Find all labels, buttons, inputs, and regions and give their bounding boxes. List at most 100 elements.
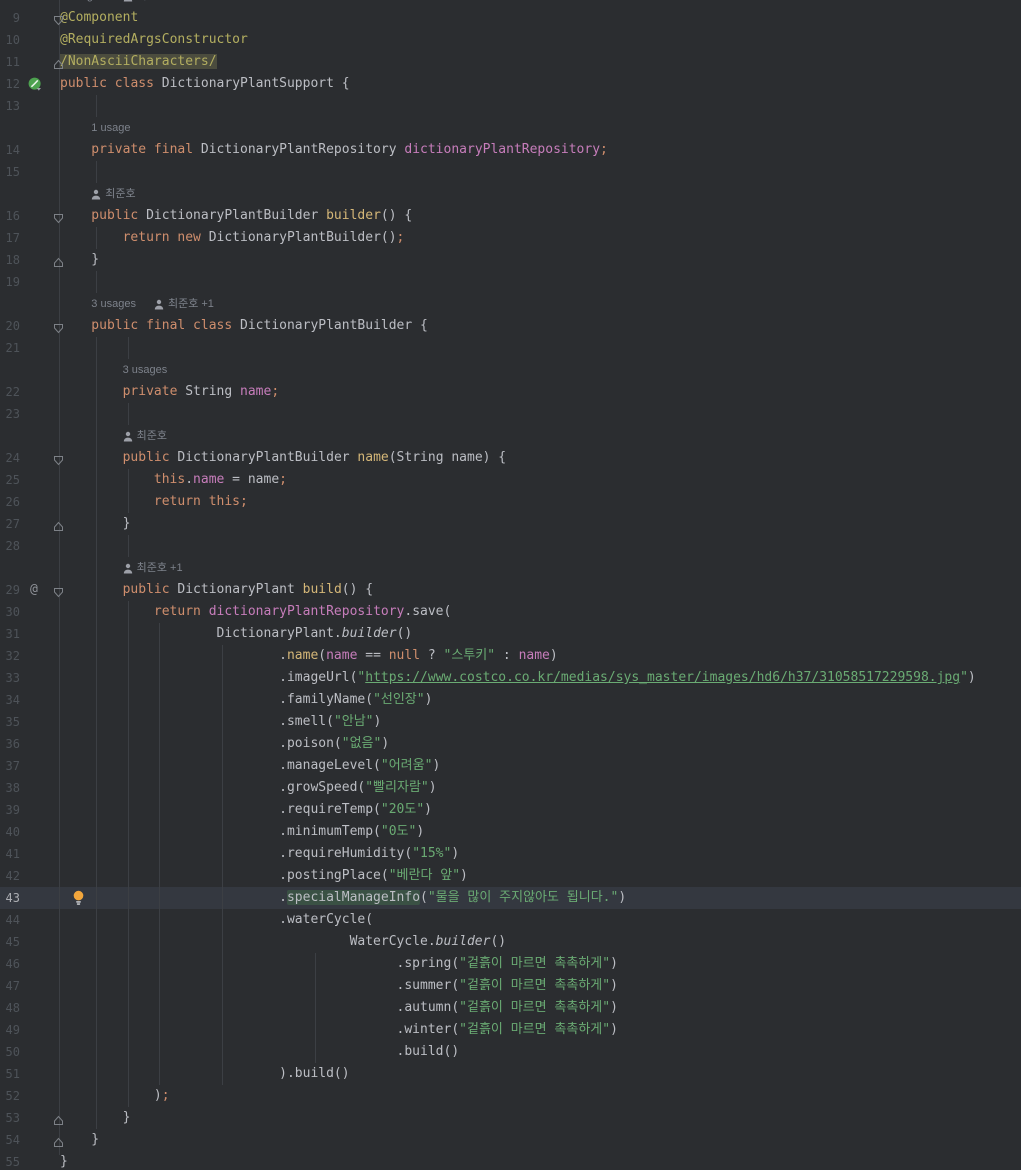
code-text-area[interactable]: public DictionaryPlantBuilder name(Strin… [60, 447, 1021, 469]
gutter[interactable]: 47 [0, 975, 60, 997]
code-text-area[interactable]: .waterCycle( [60, 909, 1021, 931]
gutter[interactable]: 16 [0, 205, 60, 227]
code-text-area[interactable]: .spring("겉흙이 마르면 촉촉하게") [60, 953, 1021, 975]
gutter[interactable]: 33 [0, 667, 60, 689]
code-text-area[interactable]: return this; [60, 491, 1021, 513]
gutter[interactable]: 27 [0, 513, 60, 535]
line-number[interactable]: 49 [0, 1019, 20, 1041]
usages-hint[interactable]: 1 usage [91, 117, 130, 139]
author-hint[interactable]: 최준호 +1 [123, 0, 183, 7]
fold-end-icon[interactable] [53, 1112, 64, 1123]
code-text-area[interactable]: @RequiredArgsConstructor [60, 29, 1021, 51]
code-text-area[interactable]: .manageLevel("어려움") [60, 755, 1021, 777]
gutter[interactable]: 44 [0, 909, 60, 931]
gutter[interactable]: 41 [0, 843, 60, 865]
line-number[interactable]: 45 [0, 931, 20, 953]
inlay-text-area[interactable]: 1 usage [60, 117, 1021, 139]
line-number[interactable]: 46 [0, 953, 20, 975]
code-text-area[interactable]: .name(name == null ? "스투키" : name) [60, 645, 1021, 667]
gutter[interactable]: 42 [0, 865, 60, 887]
line-number[interactable]: 17 [0, 227, 20, 249]
fold-collapse-icon[interactable] [53, 320, 64, 331]
gutter[interactable]: 40 [0, 821, 60, 843]
gutter[interactable]: 19 [0, 271, 60, 293]
gutter[interactable]: 50 [0, 1041, 60, 1063]
gutter[interactable]: 54 [0, 1129, 60, 1151]
line-number[interactable]: 22 [0, 381, 20, 403]
code-text-area[interactable]: } [60, 249, 1021, 271]
gutter[interactable]: 36 [0, 733, 60, 755]
code-text-area[interactable] [60, 95, 1021, 117]
gutter[interactable]: 34 [0, 689, 60, 711]
code-text-area[interactable]: .smell("안남") [60, 711, 1021, 733]
gutter[interactable]: 14 [0, 139, 60, 161]
line-number[interactable]: 32 [0, 645, 20, 667]
gutter[interactable] [0, 183, 60, 205]
inlay-text-area[interactable]: 4 usages최준호 +1 [60, 0, 1021, 7]
line-number[interactable]: 27 [0, 513, 20, 535]
line-number[interactable]: 16 [0, 205, 20, 227]
usages-hint[interactable]: 3 usages [91, 293, 136, 315]
gutter[interactable]: 38 [0, 777, 60, 799]
line-number[interactable]: 21 [0, 337, 20, 359]
gutter[interactable] [0, 557, 60, 579]
code-text-area[interactable]: private final DictionaryPlantRepository … [60, 139, 1021, 161]
inlay-text-area[interactable]: 최준호 +1 [60, 557, 1021, 579]
gutter[interactable]: 23 [0, 403, 60, 425]
line-number[interactable]: 41 [0, 843, 20, 865]
code-text-area[interactable]: .growSpeed("빨리자람") [60, 777, 1021, 799]
code-text-area[interactable]: public class DictionaryPlantSupport { [60, 73, 1021, 95]
gutter[interactable]: 55 [0, 1151, 60, 1170]
code-text-area[interactable]: this.name = name; [60, 469, 1021, 491]
gutter[interactable]: 39 [0, 799, 60, 821]
line-number[interactable]: 11 [0, 51, 20, 73]
gutter[interactable]: 26 [0, 491, 60, 513]
line-number[interactable]: 47 [0, 975, 20, 997]
code-text-area[interactable]: .familyName("선인장") [60, 689, 1021, 711]
line-number[interactable]: 40 [0, 821, 20, 843]
fold-end-icon[interactable] [53, 56, 64, 67]
fold-collapse-icon[interactable] [53, 12, 64, 23]
gutter[interactable]: 15 [0, 161, 60, 183]
code-text-area[interactable]: public final class DictionaryPlantBuilde… [60, 315, 1021, 337]
line-number[interactable]: 28 [0, 535, 20, 557]
line-number[interactable]: 36 [0, 733, 20, 755]
line-number[interactable]: 18 [0, 249, 20, 271]
gutter[interactable] [0, 117, 60, 139]
inlay-text-area[interactable]: 3 usages최준호 +1 [60, 293, 1021, 315]
code-text-area[interactable]: .specialManageInfo("물을 많이 주지않아도 됩니다.") [60, 887, 1021, 909]
gutter[interactable]: 45 [0, 931, 60, 953]
line-number[interactable]: 43 [0, 887, 20, 909]
line-number[interactable]: 14 [0, 139, 20, 161]
line-number[interactable]: 19 [0, 271, 20, 293]
code-text-area[interactable] [60, 161, 1021, 183]
code-text-area[interactable]: .poison("없음") [60, 733, 1021, 755]
gutter[interactable] [0, 359, 60, 381]
gutter[interactable]: 28 [0, 535, 60, 557]
gutter[interactable]: 12 [0, 73, 60, 95]
author-hint[interactable]: 최준호 [123, 425, 167, 447]
url-link[interactable]: https://www.costco.co.kr/medias/sys_mast… [365, 670, 960, 685]
code-text-area[interactable] [60, 535, 1021, 557]
gutter[interactable]: 31 [0, 623, 60, 645]
fold-collapse-icon[interactable] [53, 210, 64, 221]
gutter[interactable] [0, 425, 60, 447]
code-text-area[interactable] [60, 337, 1021, 359]
gutter[interactable]: 25 [0, 469, 60, 491]
gutter[interactable]: 51 [0, 1063, 60, 1085]
code-text-area[interactable]: } [60, 513, 1021, 535]
gutter[interactable]: 48 [0, 997, 60, 1019]
gutter[interactable]: 22 [0, 381, 60, 403]
gutter[interactable]: 32 [0, 645, 60, 667]
code-text-area[interactable]: public DictionaryPlant build() { [60, 579, 1021, 601]
line-number[interactable]: 31 [0, 623, 20, 645]
line-number[interactable]: 54 [0, 1129, 20, 1151]
code-text-area[interactable]: } [60, 1151, 1021, 1170]
gutter[interactable] [0, 293, 60, 315]
line-number[interactable]: 20 [0, 315, 20, 337]
line-number[interactable]: 23 [0, 403, 20, 425]
code-text-area[interactable]: public DictionaryPlantBuilder builder() … [60, 205, 1021, 227]
code-text-area[interactable]: ).build() [60, 1063, 1021, 1085]
fold-collapse-icon[interactable] [53, 584, 64, 595]
code-text-area[interactable]: .summer("겉흙이 마르면 촉촉하게") [60, 975, 1021, 997]
